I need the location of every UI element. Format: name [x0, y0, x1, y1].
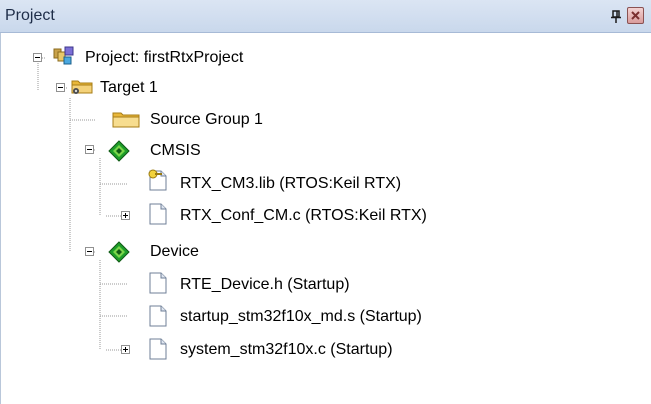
- system-expand-toggle[interactable]: [121, 345, 130, 354]
- tree-item-rte-device[interactable]: RTE_Device.h (Startup): [180, 273, 350, 297]
- component-icon: [108, 241, 130, 263]
- folder-icon: [112, 112, 140, 128]
- tree-item-cmsis[interactable]: CMSIS: [150, 139, 201, 163]
- file-icon: [149, 203, 167, 225]
- tree-item-rtx-conf[interactable]: RTX_Conf_CM.c (RTOS:Keil RTX): [180, 204, 427, 228]
- tree-item-target[interactable]: Target 1: [100, 76, 158, 100]
- file-icon: [149, 305, 167, 327]
- target-folder-icon: [71, 80, 93, 94]
- tree-item-device[interactable]: Device: [150, 240, 199, 264]
- project-collapse-toggle[interactable]: [33, 53, 42, 62]
- cmsis-collapse-toggle[interactable]: [85, 145, 94, 154]
- file-icon: [149, 272, 167, 294]
- tree-item-project[interactable]: Project: firstRtxProject: [85, 46, 243, 70]
- tree-item-rtx-lib[interactable]: RTX_CM3.lib (RTOS:Keil RTX): [180, 172, 401, 196]
- library-file-icon: [148, 169, 167, 191]
- tree-item-startup[interactable]: startup_stm32f10x_md.s (Startup): [180, 305, 422, 329]
- file-icon: [149, 338, 167, 360]
- tree-item-source-group[interactable]: Source Group 1: [150, 108, 263, 132]
- rtx-conf-expand-toggle[interactable]: [121, 211, 130, 220]
- target-collapse-toggle[interactable]: [56, 83, 65, 92]
- device-collapse-toggle[interactable]: [85, 247, 94, 256]
- component-icon: [108, 140, 130, 162]
- project-icon: [53, 46, 74, 65]
- tree-item-system[interactable]: system_stm32f10x.c (Startup): [180, 338, 393, 362]
